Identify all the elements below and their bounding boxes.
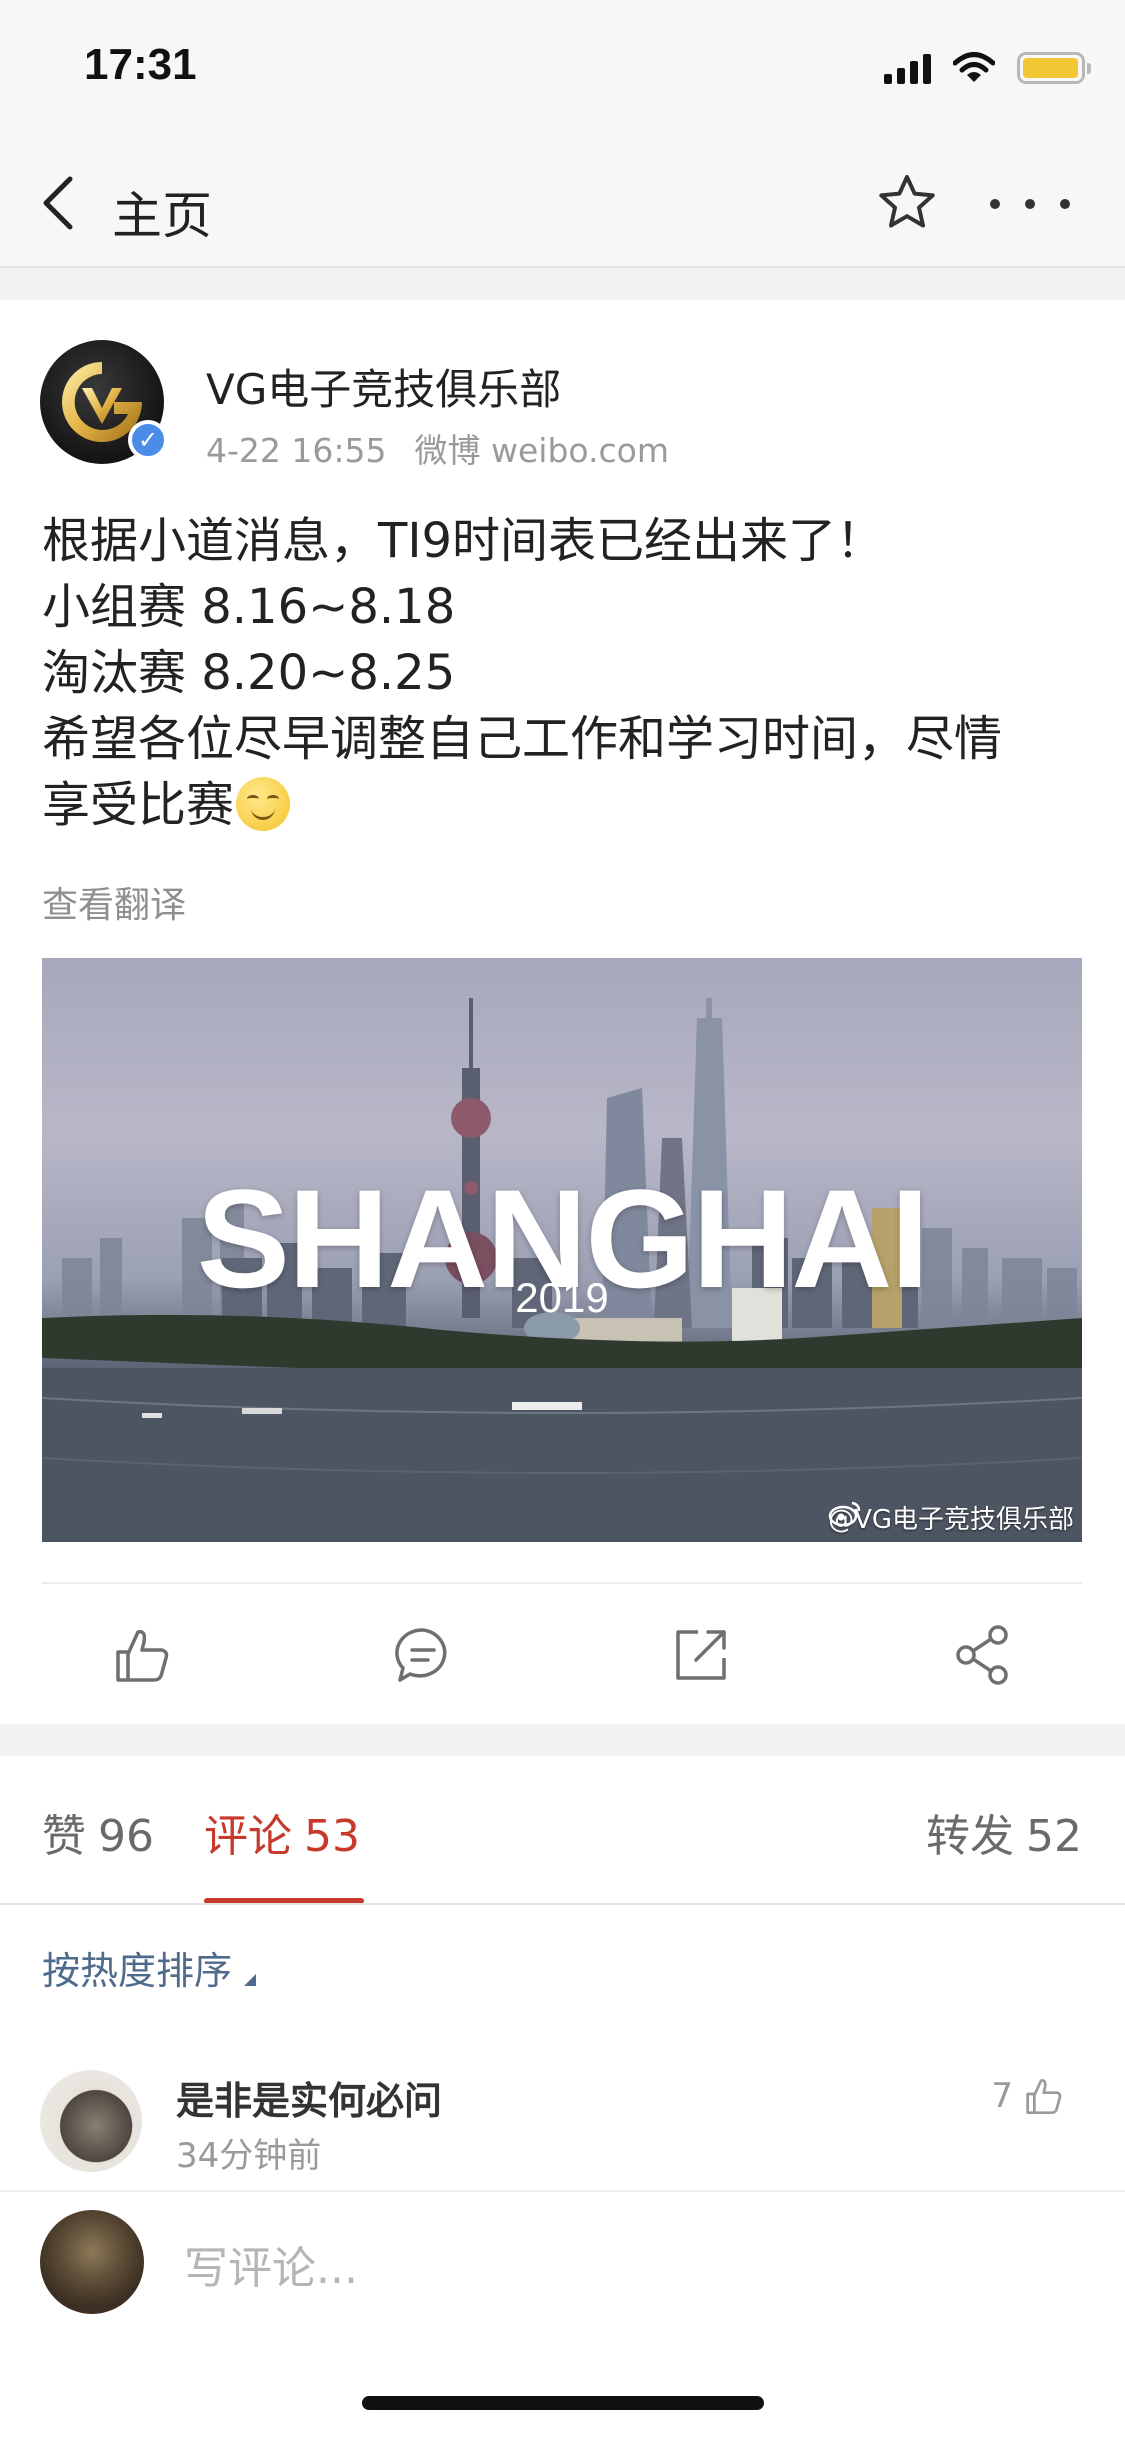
like-icon[interactable] [108, 1622, 174, 1688]
author-name[interactable]: VG电子竞技俱乐部 [206, 356, 561, 417]
like-icon [1026, 2079, 1062, 2114]
post-line: 享受比赛 [42, 777, 235, 833]
chevron-left-icon [43, 176, 73, 230]
post-timestamp: 4-22 16:55 [206, 431, 387, 470]
tab-comments-label: 评论 [204, 1811, 292, 1862]
post-action-bar [0, 1610, 1125, 1700]
comment-like-button[interactable]: 7 [991, 2074, 1065, 2118]
comment-time: 34分钟前 [176, 2136, 322, 2176]
image-watermark: @VG电子竞技俱乐部 [828, 1499, 1074, 1536]
translate-link[interactable]: 查看翻译 [42, 876, 186, 928]
sort-label: 按热度排序 [42, 1949, 233, 1993]
comment-avatar[interactable] [40, 2070, 142, 2172]
post-line: 希望各位尽早调整自己工作和学习时间，尽情 [42, 711, 1003, 767]
verified-badge-icon: ✓ [128, 420, 168, 460]
back-button[interactable] [40, 170, 100, 236]
comment-icon[interactable] [390, 1622, 456, 1688]
weibo-logo-icon [828, 1501, 861, 1527]
divider [42, 1582, 1082, 1584]
wifi-icon [953, 52, 995, 82]
tab-likes[interactable]: 赞 96 [42, 1800, 154, 1864]
home-indicator[interactable] [362, 2396, 764, 2410]
more-options-button[interactable] [990, 176, 1070, 232]
more-dot-icon [1025, 199, 1035, 209]
image-year: 2019 [515, 1274, 609, 1321]
dropdown-triangle-icon [244, 1974, 257, 1986]
tab-reposts-label: 转发 [926, 1811, 1014, 1862]
battery-icon [1017, 52, 1091, 84]
sort-selector[interactable]: 按热度排序 [42, 1940, 257, 1995]
smile-emoji-icon [236, 777, 291, 831]
watermark-text: @VG电子竞技俱乐部 [828, 1505, 1074, 1535]
tab-likes-count: 96 [98, 1811, 154, 1862]
comment-like-count: 7 [991, 2076, 1013, 2116]
post-line-last: 享受比赛 [42, 772, 1092, 838]
divider [0, 1903, 1125, 1905]
nav-bar: 主页 [0, 140, 1125, 268]
more-dot-icon [990, 199, 1000, 209]
comment-username[interactable]: 是非是实何必问 [176, 2070, 442, 2125]
post-line: 根据小道消息，TI9时间表已经出来了！ [42, 513, 885, 569]
tab-reposts[interactable]: 转发 52 [926, 1800, 1082, 1864]
post-line: 淘汰赛 8.20~8.25 [42, 645, 456, 701]
share-icon[interactable] [950, 1622, 1016, 1688]
post-image[interactable]: SHANGHAI 2019 @VG电子竞技俱乐部 [42, 958, 1082, 1542]
section-gap [0, 1724, 1125, 1756]
tab-comments-count: 53 [304, 1811, 360, 1862]
status-bar: 17:31 [0, 0, 1125, 140]
repost-icon[interactable] [668, 1622, 734, 1688]
status-icons [884, 48, 1091, 88]
post-line: 小组赛 8.16~8.18 [42, 579, 456, 635]
current-user-avatar [40, 2210, 144, 2314]
section-gap [0, 268, 1125, 300]
post-body: 根据小道消息，TI9时间表已经出来了！ 小组赛 8.16~8.18 淘汰赛 8.… [42, 508, 1092, 838]
tab-likes-label: 赞 [42, 1811, 86, 1862]
signal-icon [884, 52, 931, 84]
post-source: 微博 weibo.com [414, 431, 669, 470]
favorite-star-icon[interactable] [876, 172, 938, 234]
comment-input[interactable]: 写评论... [184, 2232, 358, 2296]
back-label[interactable]: 主页 [112, 176, 212, 248]
status-time: 17:31 [84, 40, 197, 89]
tab-reposts-count: 52 [1026, 1811, 1082, 1862]
more-dot-icon [1060, 199, 1070, 209]
tab-comments[interactable]: 评论 53 [204, 1800, 360, 1864]
post-meta: 4-22 16:55 微博 weibo.com [206, 424, 669, 472]
